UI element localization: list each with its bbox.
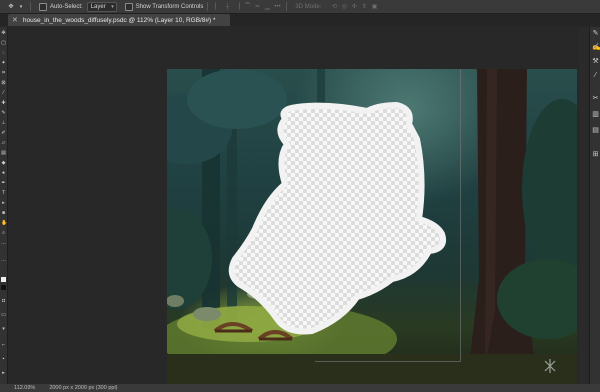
stamp-tool-icon[interactable]: ⊥ xyxy=(1,121,6,126)
tool-icon[interactable]: ▪ xyxy=(1,357,6,362)
3d-mode-label: 3D Mode: xyxy=(295,3,322,10)
status-bar: 112.09% 2000 px x 2000 px (300 ppi) xyxy=(0,384,600,392)
move-tool-icon[interactable]: ✥ xyxy=(1,31,6,36)
crop-tool-icon[interactable]: ⌗ xyxy=(1,71,6,76)
vertical-scrollbar[interactable] xyxy=(579,28,588,384)
auto-select-checkbox[interactable] xyxy=(39,2,47,11)
tool-icon[interactable]: ▾ xyxy=(1,327,6,332)
align-right-icon[interactable]: ▕ xyxy=(232,2,242,12)
tools-panel: ✥ ▢ ◌ ✦ ⌗ ⊠ ⁄ ✚ ✎ ⊥ ✐ ▱ ▤ ◆ ● ✒ T ▸ ■ ✋ … xyxy=(0,27,8,392)
3d-scale-icon[interactable]: ▣ xyxy=(369,2,379,12)
pen-panel-icon[interactable]: ✍ xyxy=(592,44,600,51)
options-bar: ✥ ▾ Auto-Select: Layer Show Transform Co… xyxy=(0,0,600,14)
divider xyxy=(30,2,31,11)
path-select-icon[interactable]: ▸ xyxy=(1,201,6,206)
document-tab-bar: ✕ house_in_the_woods_diffusely.psdc @ 11… xyxy=(0,14,600,26)
background-color-swatch[interactable] xyxy=(1,285,6,290)
quick-mask-icon[interactable]: ◘ xyxy=(1,299,6,304)
eraser-tool-icon[interactable]: ▱ xyxy=(1,141,6,146)
lasso-tool-icon[interactable]: ◌ xyxy=(1,51,6,56)
frame-tool-icon[interactable]: ⊠ xyxy=(1,81,6,86)
history-brush-icon[interactable]: ✐ xyxy=(1,131,6,136)
channels-panel-icon[interactable]: ▤ xyxy=(592,127,599,134)
screen-mode-icon[interactable]: ▭ xyxy=(1,313,6,318)
tab-close-icon[interactable]: ✕ xyxy=(12,16,18,24)
type-tool-icon[interactable]: T xyxy=(1,191,6,196)
hand-tool-icon[interactable]: ✋ xyxy=(1,221,7,226)
layers-panel-icon[interactable]: ▥ xyxy=(592,111,599,118)
3d-pan-icon[interactable]: ✣ xyxy=(349,2,359,12)
align-middle-icon[interactable]: ━ xyxy=(252,2,262,12)
adjust-panel-icon[interactable]: ⚒ xyxy=(592,58,599,65)
divider xyxy=(207,2,209,11)
more-options-icon[interactable]: ••• xyxy=(272,2,282,12)
blur-tool-icon[interactable]: ◆ xyxy=(1,161,6,166)
3d-roll-icon[interactable]: ◎ xyxy=(339,2,349,12)
tool-icon[interactable]: ⌐ xyxy=(1,343,6,348)
eyedropper-panel-icon[interactable]: ⁄ xyxy=(592,72,599,79)
show-transform-checkbox[interactable] xyxy=(124,2,133,11)
3d-slide-icon[interactable]: ⇕ xyxy=(359,2,369,12)
foreground-color-swatch[interactable] xyxy=(1,277,6,282)
align-center-icon[interactable]: ┼ xyxy=(222,2,232,12)
edit-toolbar-icon[interactable]: ⋯ xyxy=(1,259,6,264)
brush-panel-icon[interactable]: ✎ xyxy=(592,30,599,37)
marquee-tool-icon[interactable]: ▢ xyxy=(1,41,6,46)
chevron-down-icon[interactable]: ▾ xyxy=(16,2,26,12)
scissors-panel-icon[interactable]: ✂ xyxy=(592,95,599,102)
align-top-icon[interactable]: ▔ xyxy=(242,2,252,12)
document-tab-title: house_in_the_woods_diffusely.psdc @ 112%… xyxy=(22,16,216,24)
document-size: 2000 px x 2000 px (300 ppi) xyxy=(49,385,118,391)
align-left-icon[interactable]: ▏ xyxy=(212,2,222,12)
healing-tool-icon[interactable]: ✚ xyxy=(1,101,6,106)
divider xyxy=(286,2,288,11)
auto-select-target-dropdown[interactable]: Layer xyxy=(86,1,117,12)
transform-bounding-box[interactable] xyxy=(315,69,461,362)
align-bottom-icon[interactable]: ▁ xyxy=(262,2,272,12)
tool-icon[interactable]: ▸ xyxy=(1,371,6,376)
zoom-level[interactable]: 112.09% xyxy=(14,385,35,391)
wand-tool-icon[interactable]: ✦ xyxy=(1,61,6,66)
dodge-tool-icon[interactable]: ● xyxy=(1,171,6,176)
auto-select-label: Auto-Select: xyxy=(50,3,83,10)
eyedropper-tool-icon[interactable]: ⁄ xyxy=(1,91,6,96)
panel-dock: ✎ ✍ ⚒ ⁄ ✂ ▥ ▤ ⊞ xyxy=(589,27,600,392)
shape-tool-icon[interactable]: ■ xyxy=(1,211,6,216)
show-transform-label: Show Transform Controls xyxy=(135,3,204,10)
gradient-tool-icon[interactable]: ▤ xyxy=(1,151,6,156)
move-tool-icon[interactable]: ✥ xyxy=(6,2,16,12)
3d-orbit-icon[interactable]: ⟲ xyxy=(329,2,339,12)
zoom-tool-icon[interactable]: ⌕ xyxy=(1,231,6,236)
pen-tool-icon[interactable]: ✒ xyxy=(1,181,6,186)
document-tab[interactable]: ✕ house_in_the_woods_diffusely.psdc @ 11… xyxy=(8,14,230,26)
properties-panel-icon[interactable]: ⊞ xyxy=(592,151,599,158)
more-tools-icon[interactable]: … xyxy=(1,241,6,246)
brush-tool-icon[interactable]: ✎ xyxy=(1,111,6,116)
